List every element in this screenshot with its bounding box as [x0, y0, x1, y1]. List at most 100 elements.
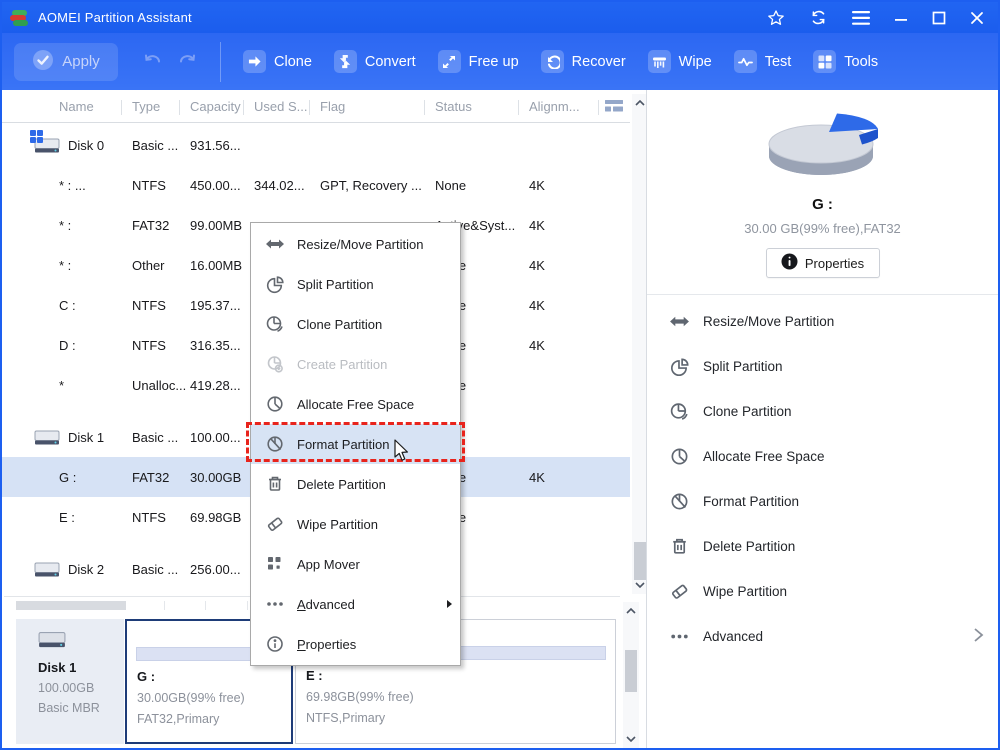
- column-header-name[interactable]: Name: [2, 99, 132, 114]
- favorite-star-icon[interactable]: [767, 9, 785, 27]
- column-header-flag[interactable]: Flag: [320, 99, 435, 114]
- column-settings-icon[interactable]: [604, 98, 624, 118]
- column-header-alignment[interactable]: Alignm...: [529, 99, 609, 114]
- app-window: AOMEI Partition Assistant: [0, 0, 1000, 750]
- resize-move-icon: [669, 311, 690, 332]
- convert-button[interactable]: Convert: [334, 50, 416, 73]
- wipe-button[interactable]: Wipe: [648, 50, 712, 73]
- row-capacity: 16.00MB: [190, 258, 254, 273]
- menu-item-clone[interactable]: Clone Partition: [251, 304, 460, 344]
- test-icon: [734, 50, 757, 73]
- menu-item-resize-move[interactable]: Resize/Move Partition: [251, 224, 460, 264]
- test-button[interactable]: Test: [734, 50, 792, 73]
- selected-partition-info: 30.00 GB(99% free),FAT32: [647, 221, 998, 236]
- properties-label: Properties: [805, 256, 864, 271]
- app-mover-icon: [265, 554, 285, 574]
- sidebar-item-clone[interactable]: Clone Partition: [647, 389, 998, 434]
- undo-icon[interactable]: [142, 50, 164, 73]
- table-row-disk0[interactable]: Disk 0 Basic ... 931.56...: [2, 125, 630, 165]
- tools-icon: [813, 50, 836, 73]
- partition-name: E :: [306, 668, 615, 683]
- row-capacity: 30.00GB: [190, 470, 254, 485]
- refresh-icon[interactable]: [809, 8, 828, 27]
- row-alignment: 4K: [529, 298, 609, 313]
- wipe-partition-icon: [669, 581, 690, 602]
- tools-button[interactable]: Tools: [813, 50, 878, 73]
- row-alignment: 4K: [529, 178, 609, 193]
- menu-item-delete[interactable]: Delete Partition: [251, 464, 460, 504]
- apply-button[interactable]: Apply: [14, 43, 118, 81]
- row-capacity: 450.00...: [190, 178, 254, 193]
- panel-scrollbar[interactable]: [623, 602, 639, 748]
- row-status: None: [435, 178, 529, 193]
- hamburger-menu-icon[interactable]: [852, 11, 870, 25]
- menu-item-format[interactable]: Format Partition: [251, 424, 460, 464]
- sidebar-item-format[interactable]: Format Partition: [647, 479, 998, 524]
- sidebar: G : 30.00 GB(99% free),FAT32 Properties …: [646, 90, 998, 748]
- redo-icon[interactable]: [176, 50, 198, 73]
- window-title: AOMEI Partition Assistant: [38, 10, 192, 25]
- free-up-icon: [438, 50, 461, 73]
- menu-item-advanced[interactable]: Advanced: [251, 584, 460, 624]
- disk1-info-block[interactable]: Disk 1 100.00GB Basic MBR: [16, 619, 124, 744]
- column-header-used[interactable]: Used S...: [254, 99, 320, 114]
- sidebar-item-resize-move[interactable]: Resize/Move Partition: [647, 299, 998, 344]
- partition-info: 30.00GB(99% free): [137, 691, 291, 705]
- scroll-up-icon[interactable]: [623, 604, 639, 618]
- menu-item-split[interactable]: Split Partition: [251, 264, 460, 304]
- menu-item-create[interactable]: Create Partition: [251, 344, 460, 384]
- row-name: * :: [59, 218, 71, 233]
- partition-fs: FAT32,Primary: [137, 712, 291, 726]
- minimize-icon[interactable]: [894, 11, 908, 25]
- recover-button[interactable]: Recover: [541, 50, 626, 73]
- sidebar-item-delete[interactable]: Delete Partition: [647, 524, 998, 569]
- table-row-recovery[interactable]: * : ... NTFS 450.00... 344.02... GPT, Re…: [2, 165, 630, 205]
- properties-button[interactable]: Properties: [766, 248, 880, 278]
- resize-move-icon: [265, 234, 285, 254]
- menu-item-allocate[interactable]: Allocate Free Space: [251, 384, 460, 424]
- system-disk-icon: [34, 136, 60, 154]
- row-type: Other: [132, 258, 190, 273]
- wipe-label: Wipe: [679, 54, 712, 70]
- toolbar-divider: [220, 42, 221, 82]
- wipe-icon: [648, 50, 671, 73]
- sidebar-item-wipe[interactable]: Wipe Partition: [647, 569, 998, 614]
- menu-item-wipe[interactable]: Wipe Partition: [251, 504, 460, 544]
- maximize-icon[interactable]: [932, 11, 946, 25]
- row-alignment: 4K: [529, 470, 609, 485]
- row-capacity: 69.98GB: [190, 510, 254, 525]
- disk-size: 100.00GB: [38, 681, 124, 695]
- scrollbar-thumb[interactable]: [16, 601, 126, 610]
- row-type: Basic ...: [132, 562, 190, 577]
- menu-item-app-mover[interactable]: App Mover: [251, 544, 460, 584]
- recover-label: Recover: [572, 54, 626, 70]
- row-name: * : ...: [59, 178, 86, 193]
- scrollbar-thumb[interactable]: [625, 650, 637, 692]
- scrollbar-thumb[interactable]: [634, 542, 646, 580]
- disk-icon: [34, 428, 60, 446]
- sidebar-item-allocate[interactable]: Allocate Free Space: [647, 434, 998, 479]
- row-name: Disk 1: [68, 430, 104, 445]
- sidebar-item-split[interactable]: Split Partition: [647, 344, 998, 389]
- row-type: FAT32: [132, 470, 190, 485]
- row-capacity: 99.00MB: [190, 218, 254, 233]
- menu-item-properties[interactable]: Properties: [251, 624, 460, 664]
- column-header-status[interactable]: Status: [435, 99, 529, 114]
- column-header-capacity[interactable]: Capacity: [190, 99, 254, 114]
- close-icon[interactable]: [970, 11, 984, 25]
- titlebar: AOMEI Partition Assistant: [2, 2, 998, 33]
- row-name: D :: [59, 338, 76, 353]
- tools-label: Tools: [844, 54, 878, 70]
- apply-label: Apply: [62, 53, 100, 70]
- column-header-type[interactable]: Type: [132, 99, 190, 114]
- scroll-down-icon[interactable]: [623, 732, 639, 746]
- free-up-label: Free up: [469, 54, 519, 70]
- row-type: Basic ...: [132, 430, 190, 445]
- free-up-button[interactable]: Free up: [438, 50, 519, 73]
- convert-icon: [334, 50, 357, 73]
- row-name: G :: [59, 470, 76, 485]
- clone-label: Clone: [274, 54, 312, 70]
- sidebar-item-advanced[interactable]: Advanced: [647, 614, 998, 659]
- selected-partition-label: G :: [647, 196, 998, 213]
- clone-button[interactable]: Clone: [243, 50, 312, 73]
